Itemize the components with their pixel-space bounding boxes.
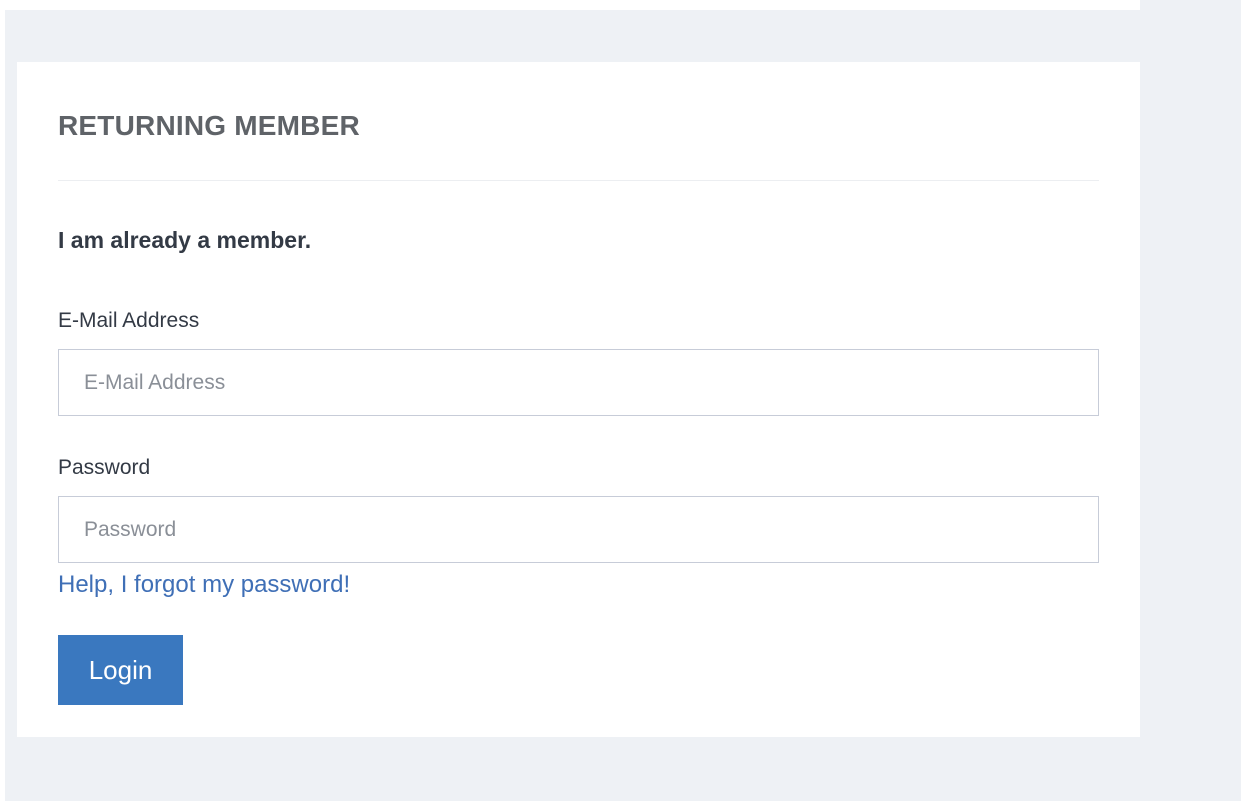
- login-button[interactable]: Login: [58, 635, 183, 705]
- returning-member-card: RETURNING MEMBER I am already a member. …: [17, 62, 1140, 737]
- login-page: RETURNING MEMBER I am already a member. …: [0, 0, 1241, 801]
- card-subtitle: I am already a member.: [58, 227, 312, 253]
- password-label: Password: [58, 456, 151, 479]
- forgot-password-link[interactable]: Help, I forgot my password!: [58, 569, 350, 601]
- password-field[interactable]: [58, 496, 1099, 563]
- card-title: RETURNING MEMBER: [58, 110, 360, 141]
- email-field[interactable]: [58, 349, 1099, 416]
- page-background-strip: [1140, 0, 1241, 10]
- title-divider: [58, 180, 1099, 181]
- email-label: E-Mail Address: [58, 309, 200, 332]
